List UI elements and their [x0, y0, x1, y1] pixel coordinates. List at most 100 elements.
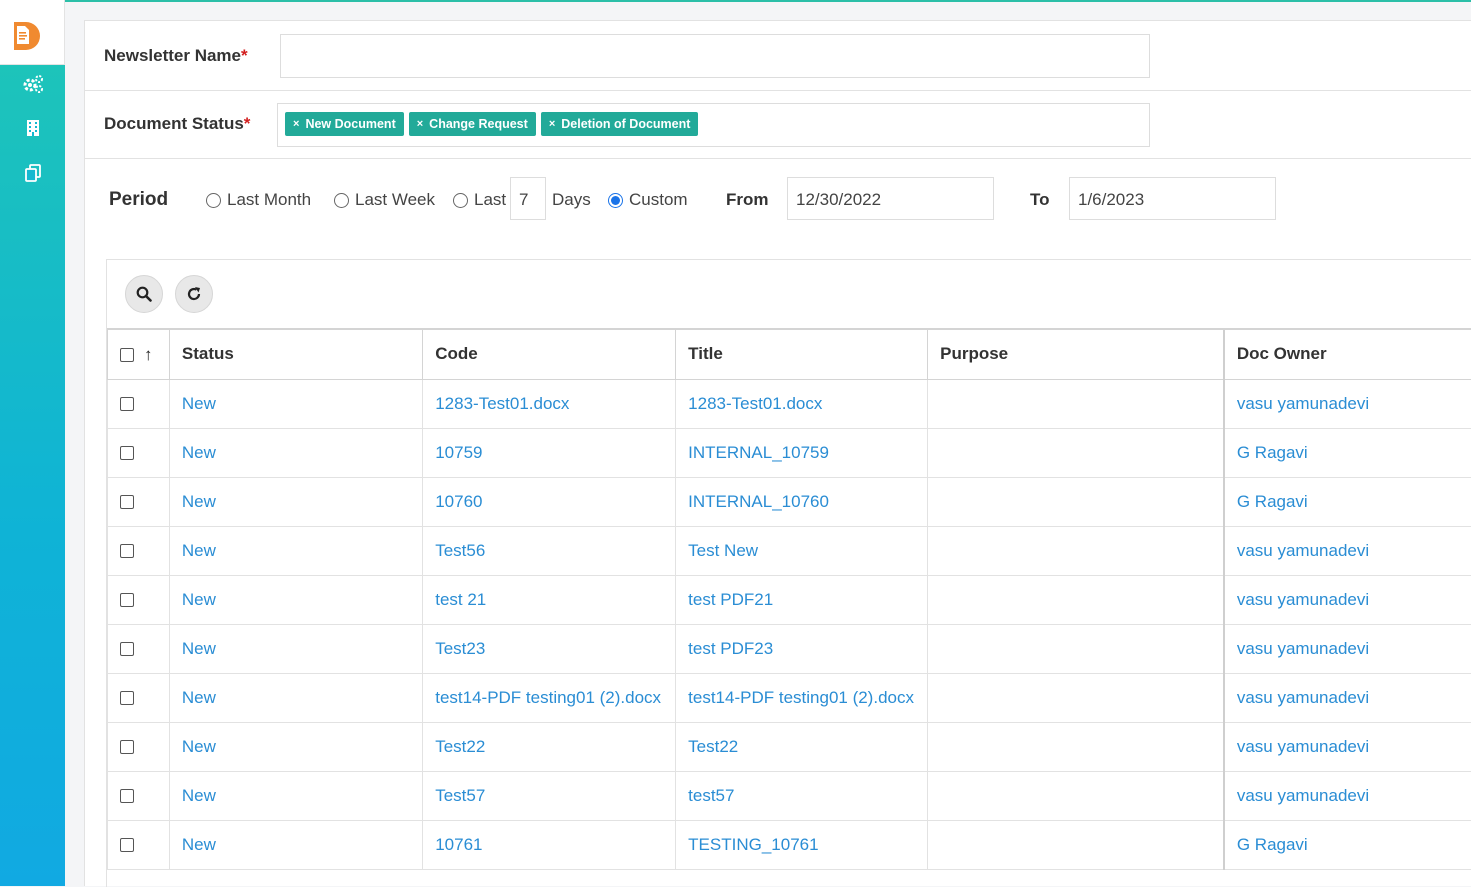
required-mark: *: [241, 46, 248, 65]
building-icon[interactable]: [20, 115, 46, 141]
radio-last-month[interactable]: Last Month: [206, 190, 311, 210]
row-checkbox[interactable]: [120, 446, 134, 460]
row-checkbox[interactable]: [120, 789, 134, 803]
table-row[interactable]: New Test57 test57 vasu yamunadevi: [108, 771, 1471, 820]
remove-tag-icon[interactable]: ×: [293, 118, 299, 130]
radio-circle[interactable]: [453, 193, 468, 208]
row-checkbox[interactable]: [120, 593, 134, 607]
remove-tag-icon[interactable]: ×: [417, 118, 423, 130]
cell-doc-owner[interactable]: G Ragavi: [1224, 477, 1471, 526]
radio-circle[interactable]: [334, 193, 349, 208]
table-row[interactable]: New Test22 Test22 vasu yamunadevi: [108, 722, 1471, 771]
cell-status[interactable]: New: [169, 820, 422, 869]
cell-title[interactable]: test PDF21: [676, 575, 928, 624]
cell-code[interactable]: Test23: [423, 624, 676, 673]
cell-purpose: [928, 820, 1224, 869]
cell-code[interactable]: test14-PDF testing01 (2).docx: [423, 673, 676, 722]
cell-code[interactable]: test 21: [423, 575, 676, 624]
cell-title[interactable]: 1283-Test01.docx: [676, 379, 928, 428]
document-status-label: Document Status*: [104, 114, 250, 134]
cell-purpose: [928, 526, 1224, 575]
row-checkbox[interactable]: [120, 642, 134, 656]
cell-title[interactable]: test PDF23: [676, 624, 928, 673]
radio-custom[interactable]: Custom: [608, 190, 688, 210]
to-date-input[interactable]: 1/6/2023: [1069, 177, 1276, 220]
row-checkbox[interactable]: [120, 397, 134, 411]
cell-title[interactable]: test14-PDF testing01 (2).docx: [676, 673, 928, 722]
cell-title[interactable]: test57: [676, 771, 928, 820]
cell-doc-owner[interactable]: G Ragavi: [1224, 820, 1471, 869]
cell-title[interactable]: INTERNAL_10760: [676, 477, 928, 526]
search-button[interactable]: [125, 275, 163, 313]
row-select-cell: [108, 379, 170, 428]
cell-status[interactable]: New: [169, 526, 422, 575]
document-status-multiselect[interactable]: ×New Document ×Change Request ×Deletion …: [277, 103, 1150, 147]
table-row[interactable]: New Test23 test PDF23 vasu yamunadevi: [108, 624, 1471, 673]
cell-title[interactable]: Test22: [676, 722, 928, 771]
cell-code[interactable]: Test22: [423, 722, 676, 771]
cell-doc-owner[interactable]: vasu yamunadevi: [1224, 673, 1471, 722]
top-accent-line: [0, 0, 1471, 2]
row-checkbox[interactable]: [120, 740, 134, 754]
column-header-doc-owner[interactable]: Doc Owner: [1224, 329, 1471, 379]
cell-doc-owner[interactable]: vasu yamunadevi: [1224, 771, 1471, 820]
remove-tag-icon[interactable]: ×: [549, 118, 555, 130]
cell-title[interactable]: Test New: [676, 526, 928, 575]
column-header-title[interactable]: Title: [676, 329, 928, 379]
row-checkbox[interactable]: [120, 691, 134, 705]
table-row[interactable]: New test14-PDF testing01 (2).docx test14…: [108, 673, 1471, 722]
cell-status[interactable]: New: [169, 722, 422, 771]
sort-arrow-icon[interactable]: ↑: [144, 345, 153, 365]
refresh-button[interactable]: [175, 275, 213, 313]
cell-status[interactable]: New: [169, 575, 422, 624]
table-row[interactable]: New Test56 Test New vasu yamunadevi: [108, 526, 1471, 575]
cell-code[interactable]: 1283-Test01.docx: [423, 379, 676, 428]
cell-status[interactable]: New: [169, 771, 422, 820]
cell-doc-owner[interactable]: vasu yamunadevi: [1224, 624, 1471, 673]
table-row[interactable]: New 10761 TESTING_10761 G Ragavi: [108, 820, 1471, 869]
cell-code[interactable]: 10760: [423, 477, 676, 526]
copy-documents-icon[interactable]: [20, 160, 46, 186]
from-date-input[interactable]: 12/30/2022: [787, 177, 994, 220]
cell-status[interactable]: New: [169, 673, 422, 722]
table-row[interactable]: New test 21 test PDF21 vasu yamunadevi: [108, 575, 1471, 624]
table-row[interactable]: New 1283-Test01.docx 1283-Test01.docx va…: [108, 379, 1471, 428]
cell-title[interactable]: INTERNAL_10759: [676, 428, 928, 477]
column-header-code[interactable]: Code: [423, 329, 676, 379]
cell-doc-owner[interactable]: vasu yamunadevi: [1224, 379, 1471, 428]
select-all-checkbox[interactable]: [120, 348, 134, 362]
row-checkbox[interactable]: [120, 838, 134, 852]
days-count-input[interactable]: 7: [510, 177, 546, 220]
grid-toolbar: [107, 260, 1471, 328]
cell-code[interactable]: 10761: [423, 820, 676, 869]
cell-title[interactable]: TESTING_10761: [676, 820, 928, 869]
status-tag-new-document: ×New Document: [285, 112, 404, 136]
cell-status[interactable]: New: [169, 477, 422, 526]
search-icon: [136, 286, 152, 302]
row-select-cell: [108, 477, 170, 526]
cell-doc-owner[interactable]: vasu yamunadevi: [1224, 722, 1471, 771]
cell-status[interactable]: New: [169, 428, 422, 477]
row-checkbox[interactable]: [120, 495, 134, 509]
radio-circle[interactable]: [206, 193, 221, 208]
newsletter-name-input[interactable]: [280, 34, 1150, 78]
column-header-purpose[interactable]: Purpose: [928, 329, 1224, 379]
table-row[interactable]: New 10760 INTERNAL_10760 G Ragavi: [108, 477, 1471, 526]
row-select-cell: [108, 771, 170, 820]
cell-doc-owner[interactable]: G Ragavi: [1224, 428, 1471, 477]
settings-gears-icon[interactable]: [20, 71, 46, 97]
radio-last-week[interactable]: Last Week: [334, 190, 435, 210]
cell-doc-owner[interactable]: vasu yamunadevi: [1224, 575, 1471, 624]
cell-status[interactable]: New: [169, 379, 422, 428]
column-header-status[interactable]: Status: [169, 329, 422, 379]
cell-code[interactable]: 10759: [423, 428, 676, 477]
cell-doc-owner[interactable]: vasu yamunadevi: [1224, 526, 1471, 575]
app-logo[interactable]: [0, 0, 65, 65]
cell-code[interactable]: Test56: [423, 526, 676, 575]
row-checkbox[interactable]: [120, 544, 134, 558]
radio-circle-selected[interactable]: [608, 193, 623, 208]
cell-status[interactable]: New: [169, 624, 422, 673]
radio-last-days[interactable]: Last: [453, 190, 506, 210]
cell-code[interactable]: Test57: [423, 771, 676, 820]
table-row[interactable]: New 10759 INTERNAL_10759 G Ragavi: [108, 428, 1471, 477]
